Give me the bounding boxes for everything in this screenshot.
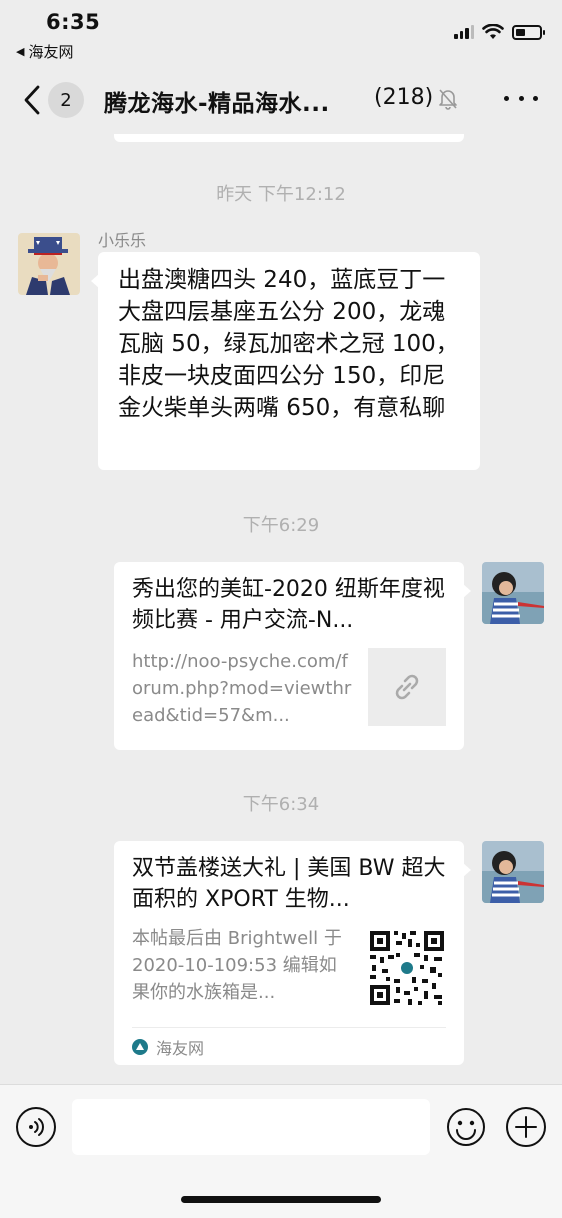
muted-bell-icon <box>439 89 457 110</box>
unread-count-badge[interactable]: 2 <box>48 82 84 118</box>
return-to-app-link[interactable]: ◀ 海友网 <box>16 41 73 62</box>
sender-name: 小乐乐 <box>98 231 147 250</box>
message-input[interactable] <box>72 1099 430 1155</box>
status-time: 6:35 <box>46 10 101 34</box>
chat-header: 2 腾龙海水-精品海水... (218) <box>0 66 562 134</box>
emoji-button[interactable] <box>446 1107 486 1147</box>
message-timestamp: 下午6:29 <box>242 515 320 536</box>
status-bar: 6:35 ◀ 海友网 <box>0 0 562 66</box>
text-message-bubble[interactable]: 出盘澳糖四头 240，蓝底豆丁一大盘四层基座五公分 200，龙魂瓦脑 50，绿瓦… <box>91 252 480 470</box>
link-title: 双节盖楼送大礼 | 美国 BW 超大面积的 XPORT 生物... <box>132 856 446 912</box>
back-chevron-icon[interactable] <box>20 84 44 116</box>
qr-code-thumbnail <box>368 929 446 1007</box>
link-source: 海友网 <box>132 1035 204 1059</box>
cellular-signal-icon <box>454 25 474 39</box>
voice-input-button[interactable] <box>16 1107 56 1147</box>
source-name: 海友网 <box>156 1039 205 1058</box>
link-title: 秀出您的美缸-2020 纽斯年度视频比赛 - 用户交流-N... <box>132 577 445 633</box>
home-indicator[interactable] <box>181 1196 381 1203</box>
my-avatar[interactable] <box>482 562 544 624</box>
voice-icon <box>29 1118 44 1136</box>
status-icons <box>454 24 545 40</box>
link-description: http://noo-psyche.com/forum.php?mod=view… <box>132 651 352 726</box>
card-divider <box>132 1027 446 1028</box>
sender-avatar[interactable] <box>18 233 80 295</box>
back-triangle-icon: ◀ <box>16 45 25 58</box>
member-count: (218) <box>374 85 434 110</box>
my-avatar[interactable] <box>482 841 544 903</box>
wifi-icon <box>482 24 504 39</box>
link-description: 本帖最后由 Brightwell 于 2020-10-109:53 编辑如果你的… <box>132 928 342 1003</box>
source-logo-icon <box>132 1039 148 1055</box>
more-options-icon[interactable] <box>504 88 538 108</box>
link-card[interactable]: 双节盖楼送大礼 | 美国 BW 超大面积的 XPORT 生物... 本帖最后由 … <box>114 841 471 1065</box>
link-chain-icon <box>395 674 419 700</box>
link-card[interactable]: 秀出您的美缸-2020 纽斯年度视频比赛 - 用户交流-N... http://… <box>114 562 471 750</box>
message-timestamp: 下午6:34 <box>242 794 320 815</box>
message-timestamp: 昨天 下午12:12 <box>216 184 346 205</box>
more-functions-button[interactable] <box>506 1107 546 1147</box>
previous-card-stub <box>114 134 464 142</box>
link-thumbnail <box>368 648 446 726</box>
message-text: 出盘澳糖四头 240，蓝底豆丁一大盘四层基座五公分 200，龙魂瓦脑 50，绿瓦… <box>118 267 459 421</box>
return-app-label: 海友网 <box>28 43 74 61</box>
battery-icon <box>512 24 545 40</box>
chat-title: 腾龙海水-精品海水... <box>104 91 330 117</box>
message-list[interactable]: 昨天 下午12:12 小乐乐 出盘澳糖四头 240，蓝底豆丁一大盘四层基座五公分… <box>0 134 562 1084</box>
plus-icon <box>515 1116 537 1138</box>
